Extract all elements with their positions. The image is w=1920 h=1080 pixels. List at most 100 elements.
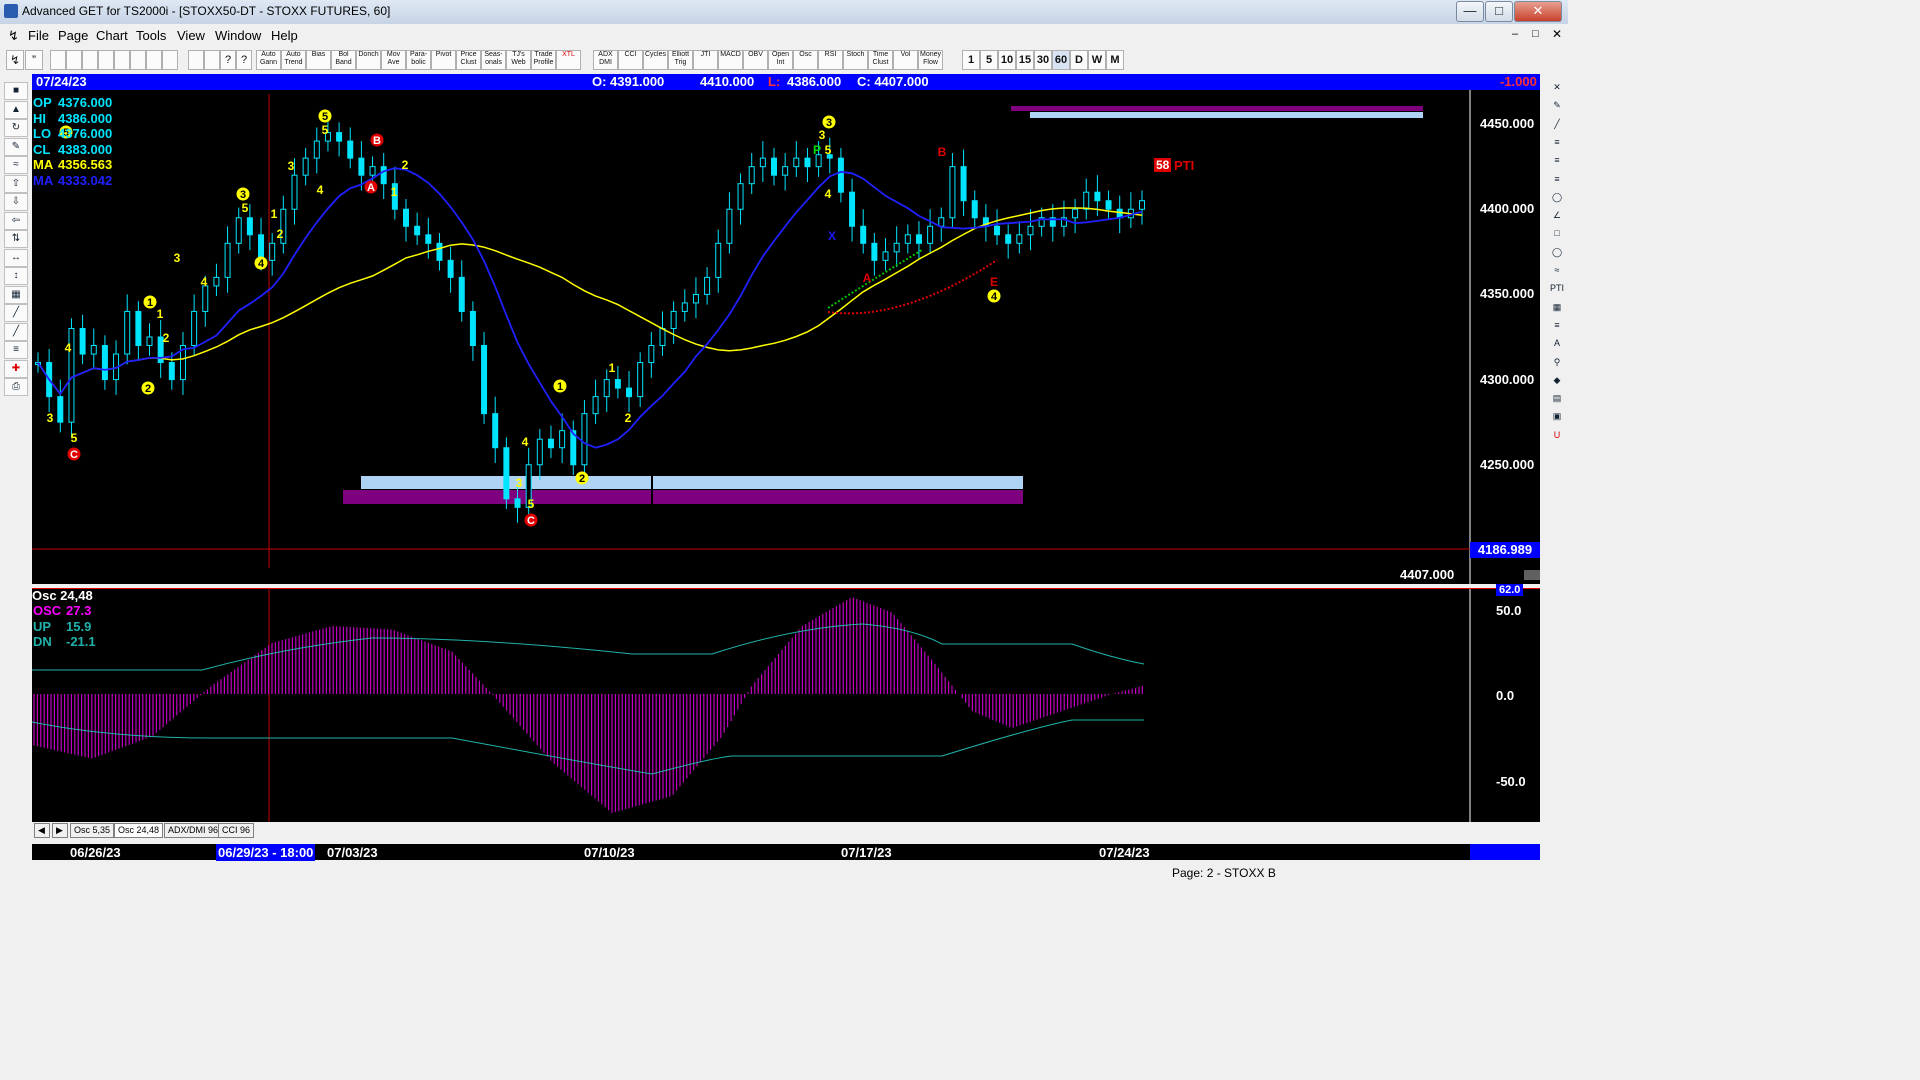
ellipse-icon[interactable]: ◯ (1547, 245, 1567, 260)
close-tool-icon[interactable]: ✕ (1547, 80, 1567, 95)
fan-icon[interactable]: ∠ (1547, 208, 1567, 223)
study-button[interactable]: Pivot (431, 50, 456, 70)
gann-icon[interactable]: ╱ (4, 322, 28, 341)
interval-button[interactable]: 1 (962, 50, 980, 70)
elliott-icon[interactable]: ≈ (4, 156, 28, 174)
interval-button[interactable]: D (1070, 50, 1088, 70)
fib-time-icon[interactable]: ≡ (1547, 172, 1567, 187)
study-button[interactable]: Osc (793, 50, 818, 70)
zoom-icon[interactable]: ↔ (4, 248, 28, 267)
mdi-restore-button[interactable]: □ (1532, 28, 1539, 40)
close-button[interactable]: ✕ (1514, 1, 1562, 22)
quote-icon[interactable]: ” (25, 50, 43, 70)
layout-icon[interactable] (162, 50, 178, 70)
magnet-icon[interactable]: U (1547, 428, 1567, 443)
expand-icon[interactable]: ↕ (4, 267, 28, 285)
study-button[interactable]: Para-bolic (406, 50, 431, 70)
study-button[interactable]: Mov Ave (381, 50, 406, 70)
tile-icon[interactable] (130, 50, 146, 70)
down-arrow-icon[interactable]: ⇩ (4, 193, 28, 211)
grid-icon[interactable]: ▦ (4, 285, 28, 304)
fib-ext-icon[interactable]: ≡ (1547, 153, 1567, 168)
menu-file[interactable]: File (28, 28, 49, 43)
step-icon[interactable]: ⇅ (4, 230, 28, 248)
menu-chart[interactable]: Chart (96, 28, 128, 43)
fib-ret-icon[interactable]: ≡ (1547, 135, 1567, 150)
interval-button[interactable]: 60 (1052, 50, 1070, 70)
study-button[interactable]: CCI (618, 50, 643, 70)
pencil-icon[interactable]: ✎ (1547, 98, 1567, 113)
print-icon[interactable] (188, 50, 204, 70)
interval-button[interactable]: 5 (980, 50, 998, 70)
menu-view[interactable]: View (177, 28, 205, 43)
print-icon[interactable]: ⎙ (4, 378, 28, 396)
interval-button[interactable]: M (1106, 50, 1124, 70)
menu-window[interactable]: Window (215, 28, 261, 43)
text-tool-icon[interactable]: A (1547, 336, 1567, 351)
study-button[interactable]: Price Clust (456, 50, 481, 70)
back-icon[interactable] (98, 50, 114, 70)
studies-icon[interactable]: ▲ (4, 100, 28, 119)
study-button[interactable]: Cycles (643, 50, 668, 70)
study-button[interactable]: Open Int (768, 50, 793, 70)
fib-mob-icon[interactable]: ≡ (1547, 318, 1567, 333)
oscillator-panel[interactable]: Osc 24,48 OSC 27.3 UP 15.9 DN -21.1 62.0 50.0 0… (32, 584, 1540, 822)
forward-icon[interactable] (114, 50, 130, 70)
grid-tool-icon[interactable]: ▦ (1547, 300, 1567, 315)
tab-scroll-right[interactable]: ▶ (52, 823, 68, 838)
menu-tools[interactable]: Tools (136, 28, 166, 43)
cascade-icon[interactable] (146, 50, 162, 70)
study-button[interactable]: Trade Profile (531, 50, 556, 70)
context-help-icon[interactable]: ? (236, 50, 252, 70)
reset-icon[interactable]: ↻ (4, 119, 28, 137)
wave-icon[interactable]: ≈ (1547, 263, 1567, 278)
mdi-minimize-button[interactable]: – (1512, 28, 1518, 40)
study-button[interactable]: Bias (306, 50, 331, 70)
menu-help[interactable]: Help (271, 28, 298, 43)
left-arrow-icon[interactable]: ⇦ (4, 211, 28, 230)
minimize-button[interactable]: — (1456, 1, 1484, 22)
price-chart[interactable]: 5123451234CBAC34534125123451212435P534BE… (32, 90, 1540, 584)
interval-button[interactable]: W (1088, 50, 1106, 70)
paint-icon[interactable]: ◆ (1547, 373, 1567, 388)
open-icon[interactable]: ■ (4, 82, 28, 100)
tab-osc-5-35[interactable]: Osc 5,35 (70, 823, 115, 838)
interval-button[interactable]: 15 (1016, 50, 1034, 70)
study-button[interactable]: ADX DMI (593, 50, 618, 70)
study-button[interactable]: Seas-onals (481, 50, 506, 70)
study-button[interactable]: JTI (693, 50, 718, 70)
study-button[interactable]: Bol Band (331, 50, 356, 70)
study-button[interactable]: Auto Trend (281, 50, 306, 70)
study-button[interactable]: MACD (718, 50, 743, 70)
interval-button[interactable]: 10 (998, 50, 1016, 70)
settings-icon[interactable] (204, 50, 220, 70)
zoom-tool-icon[interactable]: ⚲ (1547, 355, 1567, 370)
copy-page-icon[interactable] (66, 50, 82, 70)
tab-adx-dmi-96[interactable]: ADX/DMI 96 (164, 823, 223, 838)
box-icon[interactable]: □ (1547, 226, 1567, 241)
new-page-icon[interactable] (50, 50, 66, 70)
study-button[interactable]: TJ's Web (506, 50, 531, 70)
pti-icon[interactable]: PTI (1547, 281, 1567, 296)
study-button[interactable]: RSI (818, 50, 843, 70)
line-tool-icon[interactable]: ╱ (1547, 117, 1567, 132)
up-arrow-icon[interactable]: ⇧ (4, 174, 28, 193)
study-icon[interactable]: ✎ (4, 137, 28, 156)
help-icon[interactable]: ? (220, 50, 236, 70)
study-button[interactable]: Money Flow (918, 50, 943, 70)
circle-icon[interactable]: ◯ (1547, 190, 1567, 205)
channel-icon[interactable]: ▤ (1547, 391, 1567, 406)
interval-button[interactable]: 30 (1034, 50, 1052, 70)
menu-page[interactable]: Page (58, 28, 88, 43)
study-button[interactable]: Time Clust (868, 50, 893, 70)
study-button[interactable]: XTL (556, 50, 581, 70)
tab-scroll-left[interactable]: ◀ (34, 823, 50, 838)
cursor-tool-icon[interactable]: ↯ (6, 50, 24, 70)
lines-icon[interactable]: ╱ (4, 304, 28, 322)
fib-icon[interactable]: ≡ (4, 341, 28, 359)
copy-tool-icon[interactable]: ▣ (1547, 409, 1567, 424)
study-button[interactable]: Auto Gann (256, 50, 281, 70)
tab-cci-96[interactable]: CCI 96 (218, 823, 255, 838)
crosshair-icon[interactable]: ✚ (4, 359, 28, 378)
study-button[interactable]: Vol (893, 50, 918, 70)
